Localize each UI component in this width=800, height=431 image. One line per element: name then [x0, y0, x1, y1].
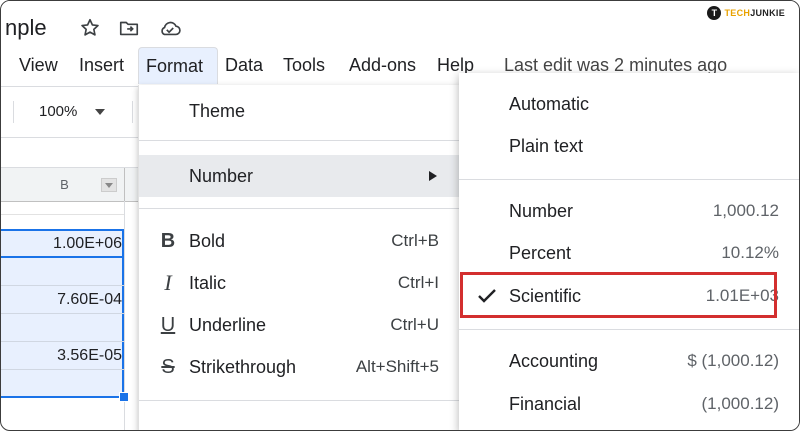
- menu-divider: [459, 329, 799, 330]
- formula-bar[interactable]: [1, 137, 138, 168]
- move-to-folder-icon[interactable]: [118, 17, 140, 44]
- row-divider: [1, 313, 124, 314]
- toolbar: 100%: [1, 86, 138, 138]
- row-divider: [1, 369, 124, 370]
- number-format-submenu: Automatic Plain text Number 1,000.12 Per…: [459, 73, 799, 430]
- row-divider: [1, 285, 124, 286]
- row-divider: [1, 214, 124, 215]
- menu-insert[interactable]: Insert: [72, 47, 131, 83]
- column-filter-dropdown-icon[interactable]: [101, 178, 117, 192]
- format-menu-strikethrough[interactable]: S Strikethrough Alt+Shift+5: [139, 346, 461, 388]
- cell-b-1[interactable]: 1.00E+06: [4, 235, 122, 253]
- number-format-number[interactable]: Number 1,000.12: [459, 190, 799, 232]
- strikethrough-icon: S: [161, 356, 175, 378]
- star-icon[interactable]: [79, 17, 101, 44]
- number-format-plain-text[interactable]: Plain text: [459, 125, 799, 167]
- title-bar: nple T TECH JUNKIE: [1, 1, 799, 47]
- zoom-select[interactable]: 100%: [39, 103, 77, 120]
- format-menu-italic[interactable]: I Italic Ctrl+I: [139, 262, 461, 304]
- cloud-status-icon[interactable]: [158, 17, 182, 44]
- underline-icon: U: [160, 314, 176, 336]
- number-format-automatic[interactable]: Automatic: [459, 83, 799, 125]
- format-menu-bold[interactable]: B Bold Ctrl+B: [139, 220, 461, 262]
- cell-b-3[interactable]: 3.56E-05: [4, 347, 122, 365]
- menu-data[interactable]: Data: [218, 47, 270, 83]
- menu-add-ons[interactable]: Add-ons: [342, 47, 423, 83]
- menu-divider: [139, 140, 461, 141]
- format-menu-underline[interactable]: U Underline Ctrl+U: [139, 304, 461, 346]
- toolbar-divider: [132, 101, 133, 123]
- bold-icon: B: [160, 230, 176, 252]
- menu-divider: [139, 208, 461, 209]
- techjunkie-watermark: T TECH JUNKIE: [707, 5, 785, 21]
- row-divider: [1, 341, 124, 342]
- number-format-accounting[interactable]: Accounting $ (1,000.12): [459, 340, 799, 382]
- menu-divider: [459, 179, 799, 180]
- submenu-arrow-icon: [429, 171, 437, 181]
- chevron-down-icon[interactable]: [95, 109, 105, 115]
- fill-handle[interactable]: [119, 392, 129, 402]
- number-format-percent[interactable]: Percent 10.12%: [459, 232, 799, 274]
- number-format-financial[interactable]: Financial (1,000.12): [459, 383, 799, 425]
- menu-tools[interactable]: Tools: [276, 47, 332, 83]
- screenshot-frame: nple T TECH JUNKIE View Insert Format Dat…: [0, 0, 800, 431]
- column-header-row: B: [1, 168, 138, 202]
- italic-icon: I: [164, 270, 172, 295]
- menu-divider: [139, 400, 461, 401]
- cell-b-2[interactable]: 7.60E-04: [4, 291, 122, 309]
- menu-view[interactable]: View: [12, 47, 65, 83]
- document-title[interactable]: nple: [5, 15, 47, 41]
- techjunkie-logo-icon: T: [707, 6, 722, 20]
- format-menu-theme[interactable]: Theme: [139, 90, 461, 132]
- toolbar-divider: [13, 101, 14, 123]
- menu-format[interactable]: Format: [138, 47, 218, 84]
- format-menu: Theme Number B Bold Ctrl+B I Italic Ctrl…: [138, 85, 461, 430]
- format-menu-number[interactable]: Number: [139, 155, 461, 197]
- scientific-highlight-annotation: [460, 272, 777, 318]
